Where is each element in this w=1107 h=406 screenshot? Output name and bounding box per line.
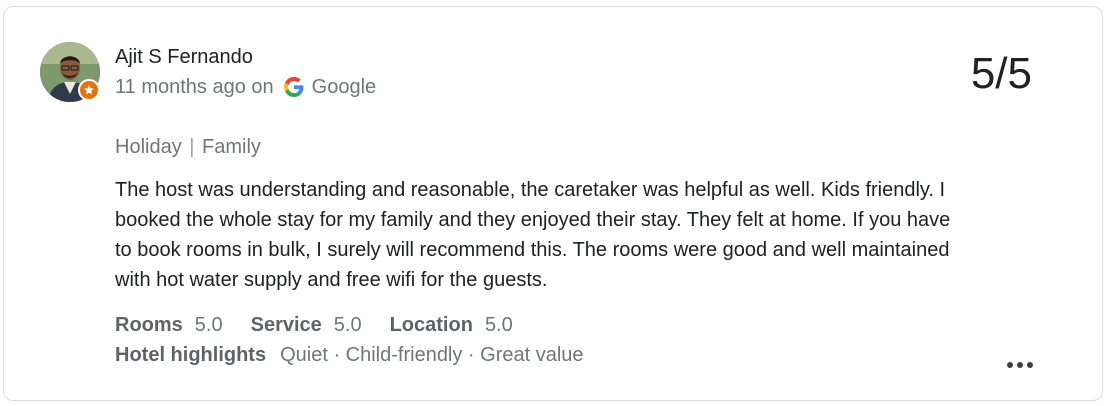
highlights-values: Quiet · Child-friendly · Great value — [280, 344, 584, 366]
review-meta: 11 months ago on Google — [115, 75, 376, 99]
review-text: The host was understanding and reasonabl… — [115, 179, 951, 291]
review-card: Ajit S Fernando 11 months ago on Google … — [3, 6, 1103, 401]
trip-type: Holiday — [115, 136, 182, 158]
hotel-highlights: Hotel highlights Quiet · Child-friendly ·… — [115, 343, 584, 367]
reviewer-name[interactable]: Ajit S Fernando — [115, 45, 253, 69]
rating-value-service: 5.0 — [333, 314, 362, 336]
trip-tags: Holiday | Family — [115, 135, 261, 159]
tag-separator: | — [189, 136, 195, 158]
rating-label-service: Service — [250, 314, 322, 336]
rating-label-rooms: Rooms — [115, 314, 183, 336]
highlights-label: Hotel highlights — [115, 344, 267, 366]
review-time: 11 months ago on — [115, 76, 274, 98]
rating-label-location: Location — [389, 314, 473, 336]
trip-companion: Family — [202, 136, 261, 158]
more-options-button[interactable] — [1003, 353, 1037, 377]
google-g-icon — [283, 77, 304, 97]
review-source: Google — [311, 76, 377, 98]
category-ratings: Rooms 5.0 Service 5.0 Location 5.0 — [115, 313, 541, 337]
rating-value-rooms: 5.0 — [194, 314, 223, 336]
review-score: 5/5 — [970, 49, 1032, 98]
more-horiz-icon — [1007, 362, 1013, 368]
rating-value-location: 5.0 — [484, 314, 513, 336]
star-icon — [84, 85, 94, 95]
local-guide-badge — [78, 79, 100, 101]
